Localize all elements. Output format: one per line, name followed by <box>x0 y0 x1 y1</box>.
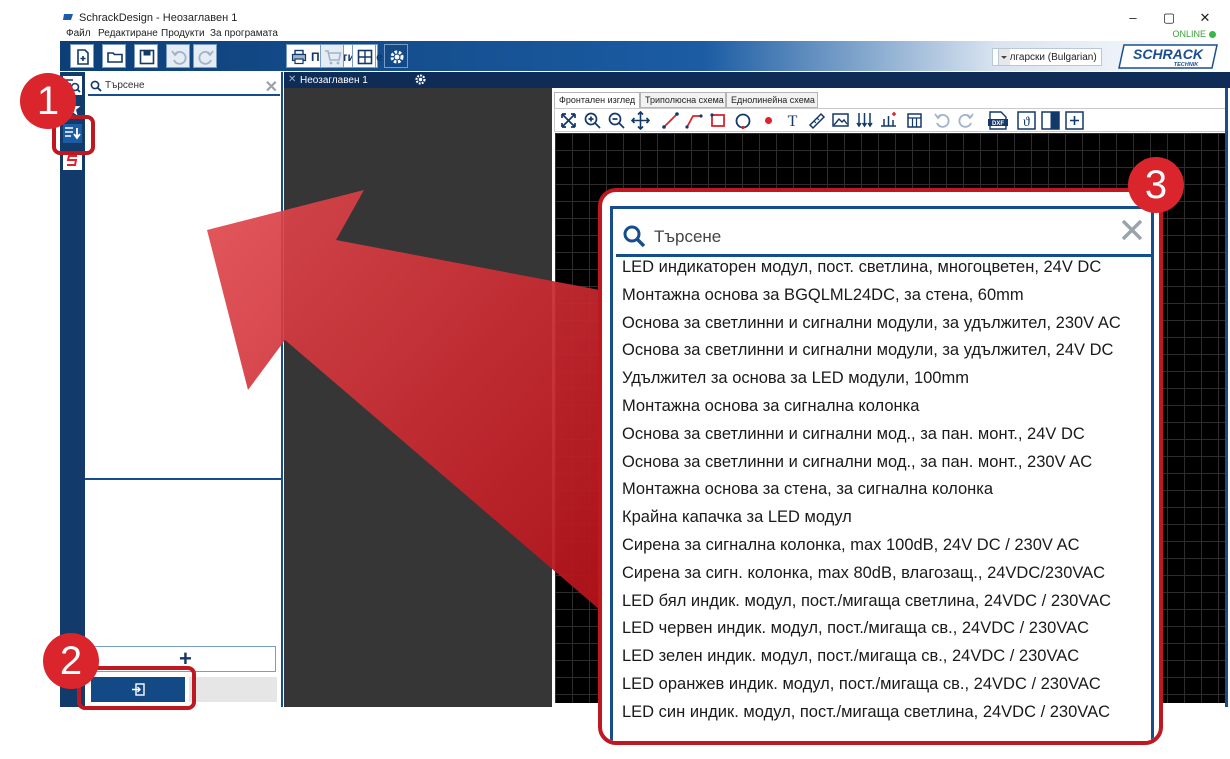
list-item[interactable]: Основа за светлинни и сигнални мод., за … <box>622 425 1085 444</box>
clear-search-icon[interactable]: ✕ <box>265 77 278 97</box>
list-item[interactable]: LED син индик. модул, пост./мигаща светл… <box>622 703 1110 722</box>
layout-grid-icon <box>357 49 373 65</box>
main-toolbar: Принтиране български (Bulgarian) SCHRACK… <box>60 41 1230 71</box>
step-badge-2: 2 <box>43 633 99 689</box>
layout-button[interactable] <box>352 44 376 68</box>
tab-gear-icon[interactable] <box>414 73 427 86</box>
list-item[interactable]: Сирена за сигнална колонка, max 100dB, 2… <box>622 536 1080 555</box>
app-logo-icon <box>63 14 73 20</box>
save-icon <box>139 49 155 65</box>
document-tab-bar: ✕ Неозаглавен 1 <box>284 72 1230 88</box>
document-tab-name: Неозаглавен 1 <box>300 75 368 86</box>
save-button[interactable] <box>134 44 158 68</box>
menu-bar: Файл Редактиране Продукти За програмата … <box>60 27 1230 41</box>
close-tab-icon[interactable]: ✕ <box>288 74 296 85</box>
list-item[interactable]: LED бял индик. модул, пост./мигаща светл… <box>622 592 1111 611</box>
chevron-down-icon <box>998 49 1010 65</box>
schrack-logo: SCHRACK TECHNIK <box>1118 44 1218 69</box>
folder-icon <box>107 52 123 63</box>
online-status: ONLINE <box>1172 29 1216 39</box>
left-panel: Търсене ✕ + <box>85 72 283 707</box>
list-item[interactable]: Крайна капачка за LED модул <box>622 508 852 527</box>
list-item[interactable]: LED зелен индик. модул, пост./мигаща св.… <box>622 647 1079 666</box>
list-item[interactable]: Удължител за основа за LED модули, 100mm <box>622 369 969 388</box>
menu-products[interactable]: Продукти <box>161 28 205 39</box>
open-folder-button[interactable] <box>102 44 126 68</box>
clear-search-icon[interactable] <box>1119 217 1145 243</box>
list-item[interactable]: Монтажна основа за BGQLML24DC, за стена,… <box>622 286 1024 305</box>
undo-icon <box>171 50 187 65</box>
language-value: български (Bulgarian) <box>998 52 1097 63</box>
minimize-button[interactable]: – <box>1118 9 1148 27</box>
panel-divider <box>85 478 281 480</box>
title-bar: SchrackDesign - Неозаглавен 1 – ▢ ✕ <box>60 8 1230 28</box>
left-icon-strip <box>60 72 85 707</box>
redo-icon <box>198 50 214 65</box>
online-dot-icon <box>1209 31 1216 38</box>
secondary-button[interactable] <box>189 677 277 702</box>
list-item[interactable]: Монтажна основа за сигнална колонка <box>622 397 919 416</box>
redo-button[interactable] <box>193 44 217 68</box>
cart-icon <box>325 50 342 65</box>
settings-button[interactable] <box>384 44 408 68</box>
close-button[interactable]: ✕ <box>1190 9 1220 27</box>
list-item[interactable]: Основа за светлинни и сигнални модули, з… <box>622 314 1121 333</box>
search-icon <box>90 80 102 92</box>
language-select[interactable]: български (Bulgarian) <box>992 48 1102 66</box>
menu-file[interactable]: Файл <box>66 28 91 39</box>
list-item[interactable]: LED индикаторен модул, пост. светлина, м… <box>622 258 1101 277</box>
left-search-box[interactable]: Търсене ✕ <box>88 76 280 96</box>
undo-button[interactable] <box>166 44 190 68</box>
app-window: { "window": { "title": "SchrackDesign - … <box>0 0 1230 759</box>
list-item[interactable]: Основа за светлинни и сигнални мод., за … <box>622 453 1092 472</box>
new-file-button[interactable] <box>70 44 94 68</box>
workspace-dark-area <box>284 88 552 707</box>
list-item[interactable]: LED оранжев индик. модул, пост./мигаща с… <box>622 675 1101 694</box>
zoom-product-list-panel: Търсене LED индикаторен модул, пост. све… <box>610 206 1154 741</box>
online-status-label: ONLINE <box>1172 29 1206 39</box>
menu-about[interactable]: За програмата <box>210 28 278 39</box>
zoom-search-placeholder: Търсене <box>654 227 722 246</box>
search-icon <box>623 225 646 248</box>
cart-button[interactable] <box>320 44 344 68</box>
menu-edit[interactable]: Редактиране <box>98 28 158 39</box>
new-file-icon <box>77 49 89 65</box>
svg-text:TECHNIK: TECHNIK <box>1174 62 1199 68</box>
step-badge-1: 1 <box>20 73 76 129</box>
maximize-button[interactable]: ▢ <box>1154 9 1184 27</box>
list-item[interactable]: Основа за светлинни и сигнални модули, з… <box>622 341 1113 360</box>
printer-icon <box>291 49 307 65</box>
svg-text:SCHRACK: SCHRACK <box>1133 46 1204 62</box>
gear-icon <box>390 50 404 64</box>
zoom-top-border <box>613 206 1151 209</box>
step-badge-3: 3 <box>1128 157 1184 213</box>
zoom-search-box[interactable]: Търсене <box>616 212 1151 257</box>
zoom-callout: Търсене LED индикаторен модул, пост. све… <box>598 188 1163 745</box>
left-search-placeholder: Търсене <box>105 80 145 91</box>
list-item[interactable]: Сирена за сигн. колонка, max 80dB, влаго… <box>622 564 1105 583</box>
list-item[interactable]: Монтажна основа за стена, за сигнална ко… <box>622 480 993 499</box>
document-tab[interactable]: ✕ Неозаглавен 1 <box>284 72 432 88</box>
list-item[interactable]: LED червен индик. модул, пост./мигаща св… <box>622 619 1089 638</box>
window-title: SchrackDesign - Неозаглавен 1 <box>79 12 238 24</box>
